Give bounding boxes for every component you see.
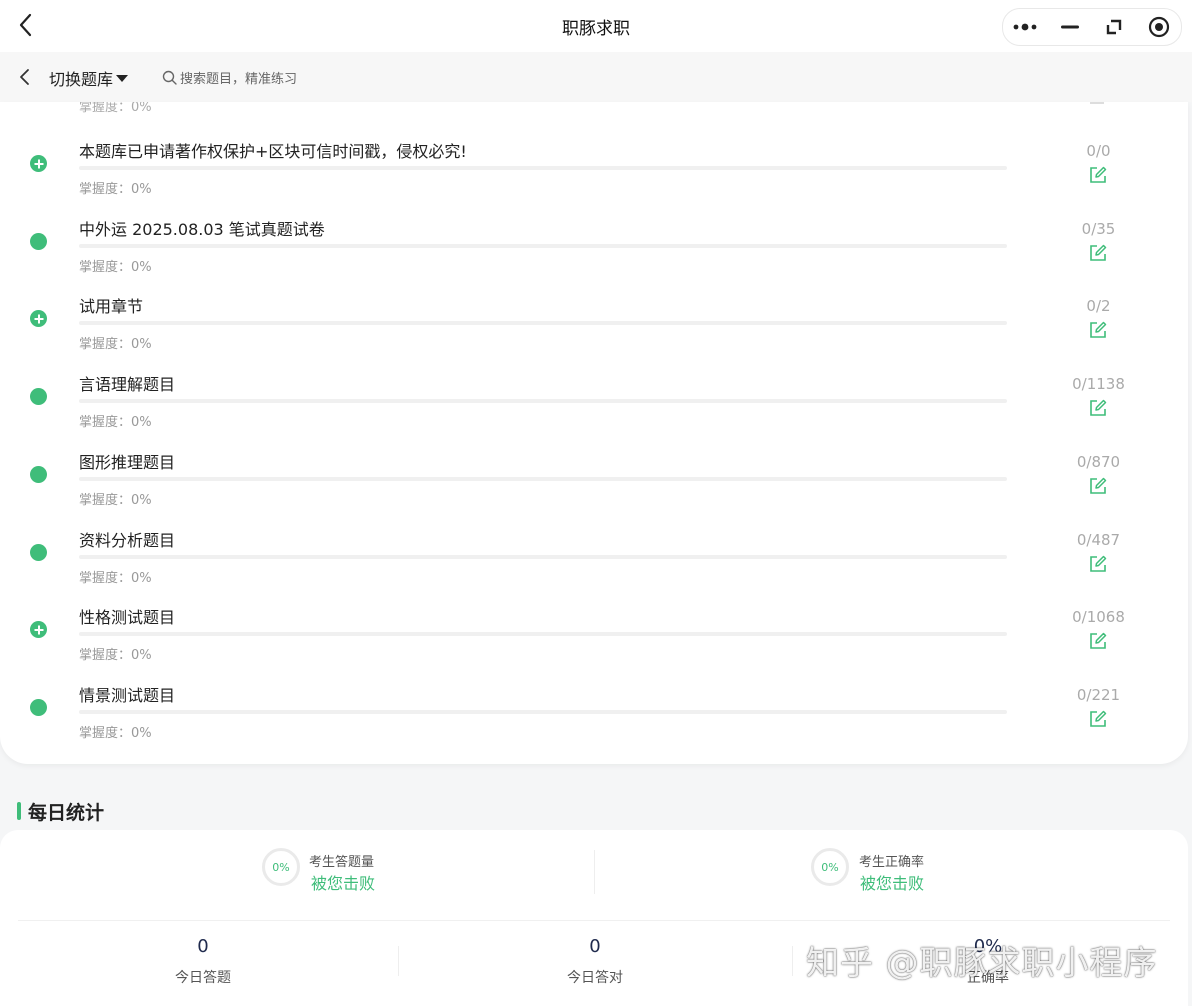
today-correct-value: 0 [589, 936, 601, 957]
mastery-progress-bar [79, 166, 1007, 170]
divider [398, 946, 399, 976]
search-input[interactable]: 搜索题目，精准练习 [162, 64, 297, 90]
dot-icon [30, 698, 47, 716]
dot-icon [30, 465, 47, 483]
edit-practice-icon[interactable] [1089, 477, 1107, 495]
accuracy-ring: 0% [811, 848, 849, 886]
top-navigation-bar: 职豚求职 [0, 0, 1192, 52]
switch-bank-label: 切换题库 [49, 70, 114, 89]
restore-icon[interactable] [1096, 12, 1132, 42]
chapter-row[interactable]: 本题库已申请著作权保护+区块可信时间戳，侵权必究! 掌握度：0% 0/0 [0, 138, 1188, 216]
plus-circle-icon [30, 310, 47, 328]
question-count: 0/2 [1086, 297, 1111, 316]
answer-volume-beaten-link[interactable]: 被您击败 [311, 870, 375, 894]
chapter-row[interactable]: 性格测试题目掌握度：0% 0/1068 [0, 604, 1188, 682]
question-count: 0/0 [1086, 142, 1111, 160]
question-count: 0/1068 [1072, 608, 1125, 627]
question-bank-header: 切换题库 搜索题目，精准练习 [0, 52, 1192, 102]
mastery-text: 掌握度：0% [79, 492, 152, 508]
mastery-text: 掌握度：0% [79, 415, 152, 431]
chapter-title: 情景测试题目 [79, 685, 176, 705]
chapter-row[interactable]: 图形推理题目掌握度：0% 0/870 [0, 449, 1188, 527]
mastery-progress-bar [79, 709, 1007, 714]
mastery-progress-bar [79, 554, 1007, 559]
chapter-row[interactable]: 资料分析题目掌握度：0% 0/487 [0, 527, 1188, 605]
mastery-progress-bar [79, 321, 1007, 326]
divider [594, 850, 595, 894]
chapter-title: 言语理解题目 [79, 375, 176, 395]
minimize-icon[interactable] [1052, 12, 1088, 42]
daily-stats-heading: 每日统计 [17, 800, 105, 824]
close-target-icon[interactable] [1141, 12, 1177, 42]
mastery-text: 掌握度：0% [79, 337, 152, 353]
chapter-row[interactable]: 言语理解题目掌握度：0% 0/1138 [0, 371, 1188, 449]
divider [792, 946, 793, 976]
edit-practice-icon[interactable] [1089, 710, 1107, 728]
edit-practice-icon[interactable] [1089, 166, 1107, 184]
chapter-title: 性格测试题目 [79, 608, 176, 628]
divider [18, 920, 1170, 921]
answer-volume-label: 考生答题量 [309, 855, 375, 870]
chapter-row[interactable]: 情景测试题目掌握度：0% 0/221 [0, 682, 1188, 760]
daily-stats-title: 每日统计 [28, 801, 105, 824]
chapter-row[interactable]: 中外运 2025.08.03 笔试真题试卷掌握度：0% 0/35 [0, 216, 1188, 294]
mastery-progress-bar [79, 476, 1007, 481]
answer-volume-ring: 0% [262, 848, 300, 886]
mastery-text: 掌握度：0% [79, 648, 152, 664]
chapter-title: 本题库已申请著作权保护+区块可信时间戳，侵权必究! [79, 142, 467, 161]
plus-circle-icon [30, 155, 47, 172]
question-count: 0/487 [1076, 530, 1121, 549]
chapter-title: 资料分析题目 [79, 530, 176, 550]
question-count: 0/1138 [1072, 375, 1125, 394]
mastery-progress-bar [79, 632, 1007, 637]
today-answered-value: 0 [197, 936, 209, 957]
edit-practice-icon[interactable] [1089, 399, 1107, 417]
chapter-row[interactable]: 试用章节掌握度：0% 0/2 [0, 293, 1188, 371]
mastery-text: 掌握度：0% [79, 182, 152, 197]
accent-bar [17, 802, 21, 820]
search-icon [162, 70, 177, 85]
edit-practice-icon[interactable] [1089, 244, 1107, 262]
mastery-text: 掌握度：0% [79, 570, 152, 586]
plus-circle-icon [30, 621, 47, 639]
edit-practice-icon[interactable] [1089, 555, 1107, 573]
chapter-title: 图形推理题目 [79, 452, 176, 472]
chapter-title: 中外运 2025.08.03 笔试真题试卷 [79, 219, 325, 239]
accuracy-label: 考生正确率 [859, 855, 925, 870]
mastery-text: 掌握度：0% [79, 259, 152, 275]
question-count: 0/35 [1081, 219, 1116, 238]
mastery-progress-bar [79, 399, 1007, 404]
switch-bank-button[interactable]: 切换题库 [49, 66, 129, 90]
chapter-list: 掌握度：0% 本题库已申请著作权保护+区块可信时间戳，侵权必究! 掌握度：0% 0/… [0, 102, 1188, 764]
mini-program-capsule [1002, 8, 1182, 46]
search-placeholder: 搜索题目，精准练习 [180, 71, 298, 87]
accuracy-beaten-link[interactable]: 被您击败 [860, 870, 924, 894]
chapter-title: 试用章节 [79, 297, 144, 317]
more-icon[interactable] [1007, 12, 1043, 42]
dot-icon [30, 388, 47, 406]
question-count: 0/221 [1076, 685, 1121, 704]
edit-practice-icon[interactable] [1089, 321, 1107, 339]
mastery-progress-bar [79, 243, 1007, 248]
watermark: 知乎 @职豚求职小程序 [806, 943, 1158, 982]
caret-down-icon [116, 74, 129, 82]
back-icon[interactable] [14, 65, 36, 89]
dot-icon [30, 543, 47, 561]
question-count: 0/870 [1076, 452, 1121, 471]
partial-edit-icon [1090, 102, 1104, 104]
today-answered-label: 今日答题 [175, 970, 231, 986]
mastery-text: 掌握度：0% [79, 725, 152, 741]
today-correct-label: 今日答对 [567, 970, 623, 986]
dot-icon [30, 232, 47, 250]
edit-practice-icon[interactable] [1089, 632, 1107, 650]
partial-mastery-text: 掌握度：0% [79, 102, 152, 115]
